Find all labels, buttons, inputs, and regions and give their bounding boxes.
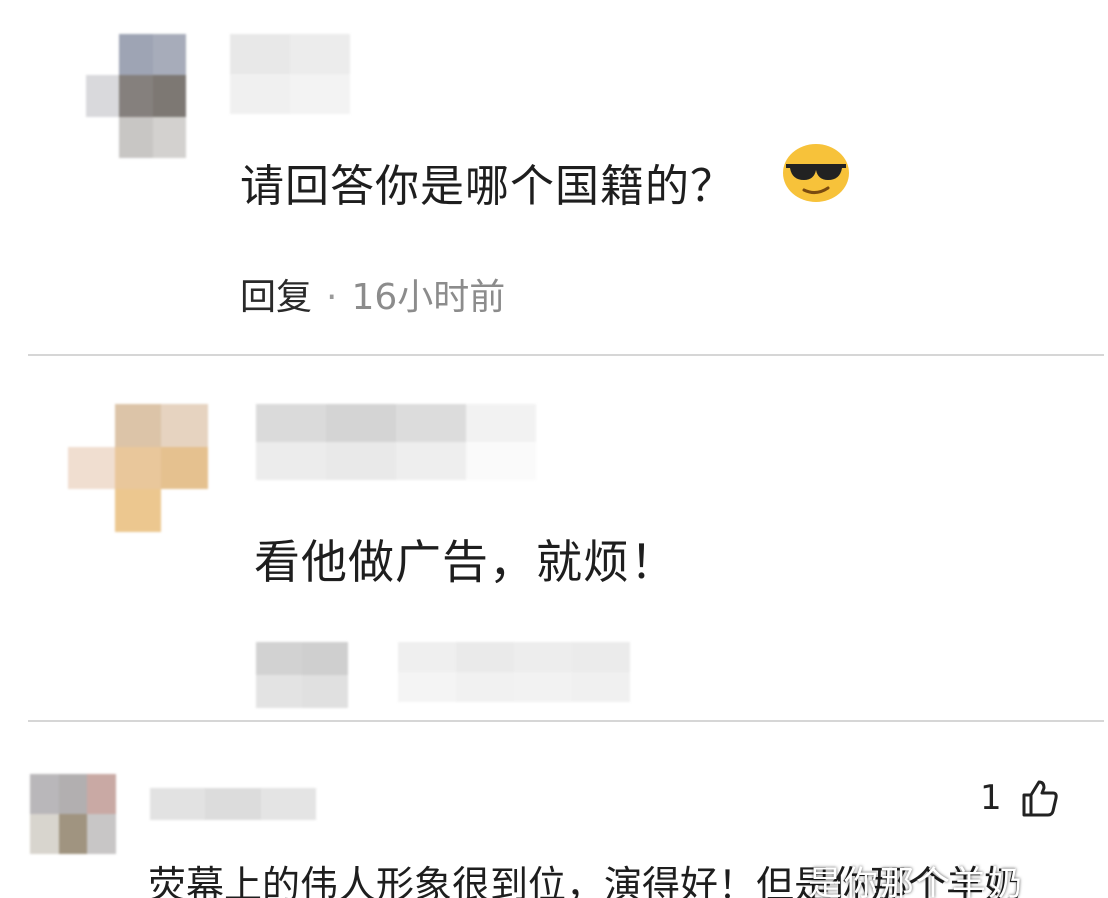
avatar[interactable] [30, 774, 116, 854]
sunglasses-face-emoji [783, 144, 849, 202]
timestamp-blurred [398, 642, 630, 702]
avatar[interactable] [86, 34, 186, 158]
meta-separator: · [326, 277, 338, 318]
timestamp: 16小时前 [351, 277, 506, 318]
divider [28, 354, 1104, 356]
thumbs-up-icon[interactable] [1020, 778, 1060, 818]
comment-item: 请回答你是哪个国籍的？ 回复 · 16小时前 [0, 0, 1108, 356]
comment-text: 请回答你是哪个国籍的？ [240, 161, 735, 212]
username-blurred[interactable] [256, 404, 536, 480]
reply-button-blurred[interactable] [256, 642, 348, 708]
reply-button[interactable]: 回复 [240, 277, 312, 318]
username-blurred[interactable] [230, 34, 350, 114]
watermark: 是你那个羊奶 [808, 864, 1024, 898]
avatar[interactable] [68, 404, 208, 532]
comment-list: 请回答你是哪个国籍的？ 回复 · 16小时前 看他做广告，就烦！ 1 荧幕上的伟… [0, 0, 1108, 898]
comment-meta: 回复 · 16小时前 [240, 268, 505, 320]
divider [28, 720, 1104, 722]
comment-item: 看他做广告，就烦！ [0, 358, 1108, 720]
username-blurred[interactable] [150, 788, 316, 820]
comment-text: 看他做广告，就烦！ [254, 535, 677, 589]
like-count: 1 [980, 778, 1002, 818]
